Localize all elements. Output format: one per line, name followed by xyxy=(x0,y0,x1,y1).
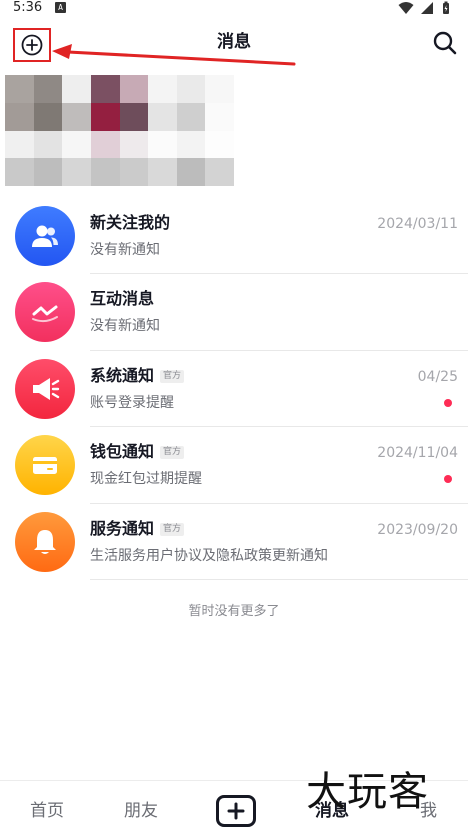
add-button[interactable] xyxy=(13,28,51,62)
message-item-interactions[interactable]: 互动消息 没有新通知 xyxy=(0,274,468,351)
pixelated-mosaic xyxy=(5,75,234,186)
message-date: 2023/09/20 xyxy=(377,521,458,538)
wallet-card-icon xyxy=(33,457,57,475)
avatar xyxy=(15,435,75,496)
divider xyxy=(90,578,468,580)
no-more-text: 暂时没有更多了 xyxy=(188,604,280,619)
notification-icon: A xyxy=(55,2,66,13)
people-icon xyxy=(32,225,58,247)
official-badge: 官方 xyxy=(160,446,185,460)
chat-wave-icon xyxy=(32,305,58,323)
avatar xyxy=(15,282,75,343)
search-icon xyxy=(433,31,457,55)
nav-friends[interactable]: 朋友 xyxy=(124,799,158,823)
message-item-new-followers[interactable]: 新关注我的 没有新通知 2024/03/11 xyxy=(0,198,468,275)
status-time: 5:36 xyxy=(13,0,43,15)
status-bar: 5:36 A xyxy=(0,0,468,16)
message-subtitle: 账号登录提醒 xyxy=(90,394,174,411)
avatar xyxy=(15,511,75,572)
message-subtitle: 没有新通知 xyxy=(90,242,160,258)
message-date: 2024/11/04 xyxy=(377,445,458,462)
official-badge: 官方 xyxy=(160,369,185,383)
unread-dot xyxy=(444,475,452,484)
annotation-arrow-icon xyxy=(52,44,296,66)
message-item-wallet[interactable]: 钱包通知 官方 现金红包过期提醒 2024/11/04 xyxy=(0,427,468,504)
message-item-system[interactable]: 系统通知 官方 账号登录提醒 04/25 xyxy=(0,351,468,428)
status-icons xyxy=(398,1,458,15)
message-subtitle: 没有新通知 xyxy=(90,318,160,335)
message-title: 互动消息 xyxy=(90,289,155,309)
nav-create-button[interactable] xyxy=(216,795,256,827)
nav-home[interactable]: 首页 xyxy=(30,799,64,823)
message-title: 系统通知 官方 xyxy=(90,365,185,387)
search-button[interactable] xyxy=(432,30,458,56)
message-subtitle: 生活服务用户协议及隐私政策更新通知 xyxy=(90,547,328,564)
plus-icon xyxy=(227,802,245,820)
official-badge: 官方 xyxy=(160,522,185,536)
watermark: 大玩客 xyxy=(306,769,429,815)
plus-circle-icon xyxy=(21,34,43,56)
bell-icon xyxy=(34,529,56,554)
megaphone-icon xyxy=(33,377,60,400)
unread-dot xyxy=(444,398,452,407)
message-title: 新关注我的 xyxy=(90,213,171,232)
signal-icon xyxy=(421,2,433,14)
message-date: 2024/03/11 xyxy=(377,216,458,232)
avatar xyxy=(15,206,75,266)
battery-icon xyxy=(443,1,449,14)
message-subtitle: 现金红包过期提醒 xyxy=(90,471,202,488)
message-date: 04/25 xyxy=(417,368,458,385)
avatar xyxy=(15,358,75,419)
message-list: 新关注我的 没有新通知 2024/03/11 互动消息 没有新通知 系统通知 官方… xyxy=(0,198,468,580)
message-title: 钱包通知 官方 xyxy=(90,441,185,463)
message-item-service[interactable]: 服务通知 官方 生活服务用户协议及隐私政策更新通知 2023/09/20 xyxy=(0,504,468,580)
message-title: 服务通知 官方 xyxy=(90,518,185,540)
wifi-icon xyxy=(398,2,414,14)
